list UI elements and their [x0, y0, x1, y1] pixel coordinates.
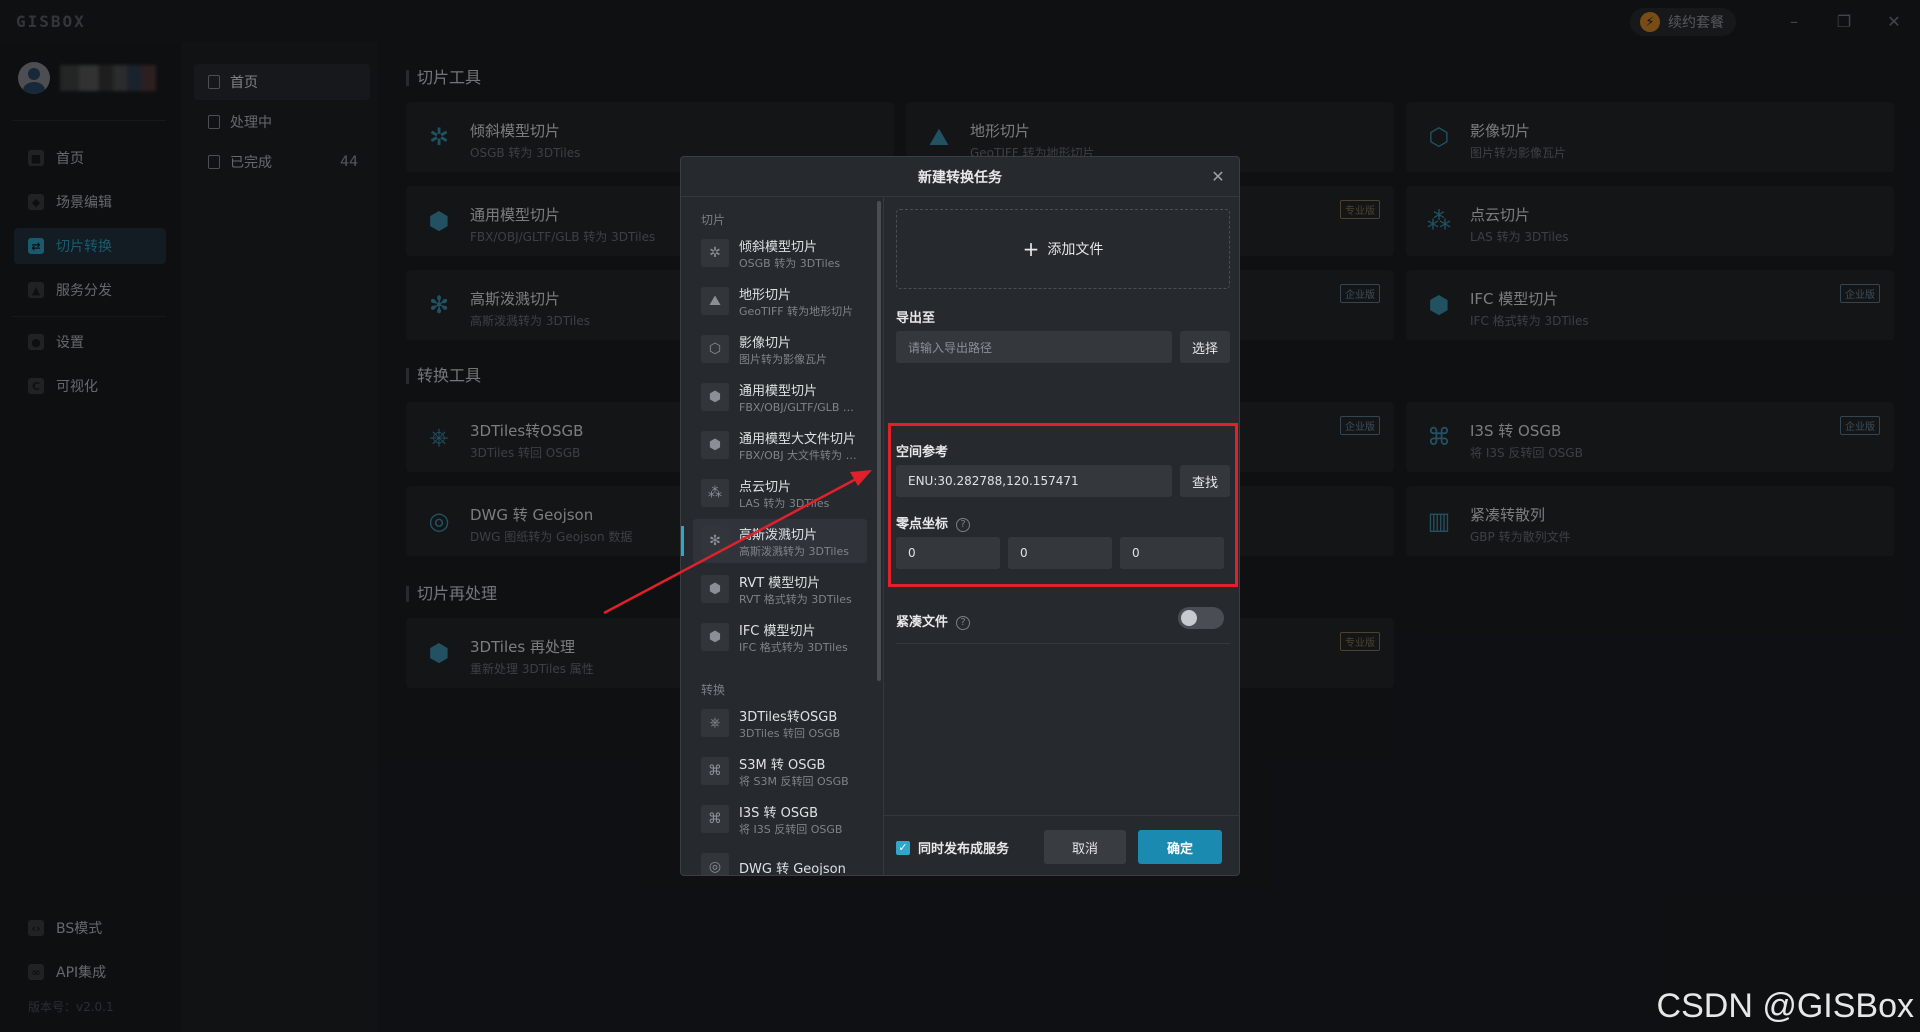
- checkbox-checked-icon[interactable]: ✓: [896, 840, 910, 855]
- list-item-title: 影像切片: [739, 335, 792, 351]
- dialog-footer: ✓ 同时发布成服务 取消 确定: [884, 815, 1240, 875]
- list-item-title: 3DTiles转OSGB: [739, 709, 838, 725]
- add-file-label: 添加文件: [1047, 242, 1104, 258]
- list-item-subtitle: GeoTIFF 转为地形切片: [739, 304, 854, 318]
- list-item-subtitle: RVT 格式转为 3DTiles: [739, 592, 852, 606]
- list-item-title: I3S 转 OSGB: [739, 805, 819, 821]
- s3m-icon: ⌘: [701, 757, 729, 785]
- list-item-title: 地形切片: [739, 287, 792, 303]
- publish-label: 同时发布成服务: [918, 842, 1010, 857]
- task-settings-panel: + 添加文件 导出至 请输入导出路径 选择 空间参考 ENU:30.282788…: [883, 197, 1240, 875]
- ifc-cube-icon: ⬢: [701, 623, 729, 651]
- list-item-title: RVT 模型切片: [739, 575, 821, 591]
- dialog-header: 新建转换任务 ✕: [681, 157, 1239, 197]
- terrain-icon: ⛰: [701, 287, 729, 315]
- rvt-cube-icon: ⬢: [701, 575, 729, 603]
- origin-y-input[interactable]: 0: [1008, 537, 1112, 569]
- add-file-button[interactable]: + 添加文件: [896, 209, 1230, 289]
- list-item-title: S3M 转 OSGB: [739, 757, 826, 773]
- divider: [896, 643, 1230, 644]
- list-item-title: 点云切片: [739, 479, 792, 495]
- list-item-subtitle: FBX/OBJ/GLTF/GLB 转为 3DTiles: [739, 400, 859, 414]
- list-item-title: 倾斜模型切片: [739, 239, 818, 255]
- list-item[interactable]: ⬢ IFC 模型切片 IFC 格式转为 3DTiles: [693, 615, 867, 659]
- list-item[interactable]: ⎈ 3DTiles转OSGB 3DTiles 转回 OSGB: [693, 701, 867, 745]
- model-cube-icon: ⬢: [701, 431, 729, 459]
- group-label-convert: 转换: [701, 683, 726, 697]
- export-path-input[interactable]: 请输入导出路径: [896, 331, 1172, 363]
- list-item[interactable]: ⬢ 通用模型切片FBX/OBJ/GLTF/GLB 转为 3DTiles: [693, 375, 867, 419]
- list-item[interactable]: ⌘ S3M 转 OSGB 将 S3M 反转回 OSGB: [693, 749, 867, 793]
- compact-label-row: 紧凑文件?: [896, 611, 971, 630]
- list-item-title: 通用模型大文件切片: [739, 431, 857, 447]
- list-item[interactable]: ⌘ I3S 转 OSGB 将 I3S 反转回 OSGB: [693, 797, 867, 841]
- dwg-icon: ◎: [701, 853, 729, 875]
- task-type-list: 切片 ✲ 倾斜模型切片 OSGB 转为 3DTiles ⛰ 地形切片 GeoTIFF…: [681, 197, 881, 875]
- list-item-subtitle: 将 S3M 反转回 OSGB: [739, 774, 849, 788]
- srs-label: 空间参考: [896, 445, 949, 460]
- oblique-icon: ✲: [701, 239, 729, 267]
- select-path-button[interactable]: 选择: [1180, 331, 1230, 363]
- list-item-subtitle: IFC 格式转为 3DTiles: [739, 640, 848, 654]
- srs-input[interactable]: ENU:30.282788,120.157471: [896, 465, 1172, 497]
- i3s-icon: ⌘: [701, 805, 729, 833]
- new-task-dialog: 新建转换任务 ✕ 切片 ✲ 倾斜模型切片 OSGB 转为 3DTiles ⛰ 地形…: [680, 156, 1240, 876]
- list-item-title: DWG 转 Geojson: [739, 861, 846, 876]
- list-item-subtitle: LAS 转为 3DTiles: [739, 496, 830, 510]
- plus-icon: +: [1022, 237, 1040, 261]
- list-item[interactable]: ⬢ RVT 模型切片 RVT 格式转为 3DTiles: [693, 567, 867, 611]
- export-label: 导出至: [896, 311, 936, 326]
- find-srs-button[interactable]: 查找: [1180, 465, 1230, 497]
- pointcloud-icon: ⁂: [701, 479, 729, 507]
- list-item-title: 通用模型切片: [739, 383, 818, 399]
- list-item-subtitle: 3DTiles 转回 OSGB: [739, 726, 841, 740]
- close-icon[interactable]: ✕: [1209, 167, 1227, 186]
- list-scrollbar[interactable]: [877, 201, 881, 681]
- watermark: CSDN @GISBox: [1656, 987, 1914, 1025]
- origin-x-input[interactable]: 0: [896, 537, 1000, 569]
- help-icon[interactable]: ?: [956, 517, 971, 532]
- list-item[interactable]: ◎ DWG 转 Geojson: [693, 845, 867, 875]
- imagery-icon: ⬡: [701, 335, 729, 363]
- compact-toggle[interactable]: [1178, 607, 1224, 629]
- list-item[interactable]: ⁂ 点云切片 LAS 转为 3DTiles: [693, 471, 867, 515]
- compact-label: 紧凑文件: [896, 615, 949, 630]
- list-item-subtitle: FBX/OBJ 大文件转为 3DTiles: [739, 448, 859, 462]
- list-item[interactable]: ✲ 倾斜模型切片 OSGB 转为 3DTiles: [693, 231, 867, 275]
- origin-label: 零点坐标: [896, 517, 949, 532]
- list-item-subtitle: OSGB 转为 3DTiles: [739, 256, 841, 270]
- publish-checkbox-row[interactable]: ✓ 同时发布成服务: [896, 838, 1009, 857]
- cancel-button[interactable]: 取消: [1044, 830, 1126, 864]
- list-item-subtitle: 高斯泼溅转为 3DTiles: [739, 544, 849, 558]
- group-label-slice: 切片: [701, 213, 726, 227]
- list-item[interactable]: ⬡ 影像切片 图片转为影像瓦片: [693, 327, 867, 371]
- active-indicator: [681, 526, 684, 556]
- gaussian-icon: ✻: [701, 527, 729, 555]
- model-cube-icon: ⬢: [701, 383, 729, 411]
- list-item[interactable]: ⬢ 通用模型大文件切片FBX/OBJ 大文件转为 3DTiles: [693, 423, 867, 467]
- list-item-subtitle: 图片转为影像瓦片: [739, 352, 827, 366]
- list-item[interactable]: ⛰ 地形切片 GeoTIFF 转为地形切片: [693, 279, 867, 323]
- origin-z-input[interactable]: 0: [1120, 537, 1224, 569]
- list-item-title: 高斯泼溅切片: [739, 527, 818, 543]
- dialog-title: 新建转换任务: [918, 169, 1002, 186]
- list-item-subtitle: 将 I3S 反转回 OSGB: [739, 822, 843, 836]
- list-item-title: IFC 模型切片: [739, 623, 816, 639]
- help-icon[interactable]: ?: [956, 615, 971, 630]
- convert-layers-icon: ⎈: [701, 709, 729, 737]
- list-item-selected[interactable]: ✻ 高斯泼溅切片 高斯泼溅转为 3DTiles: [693, 519, 867, 563]
- origin-label-row: 零点坐标?: [896, 513, 971, 532]
- confirm-button[interactable]: 确定: [1138, 830, 1222, 864]
